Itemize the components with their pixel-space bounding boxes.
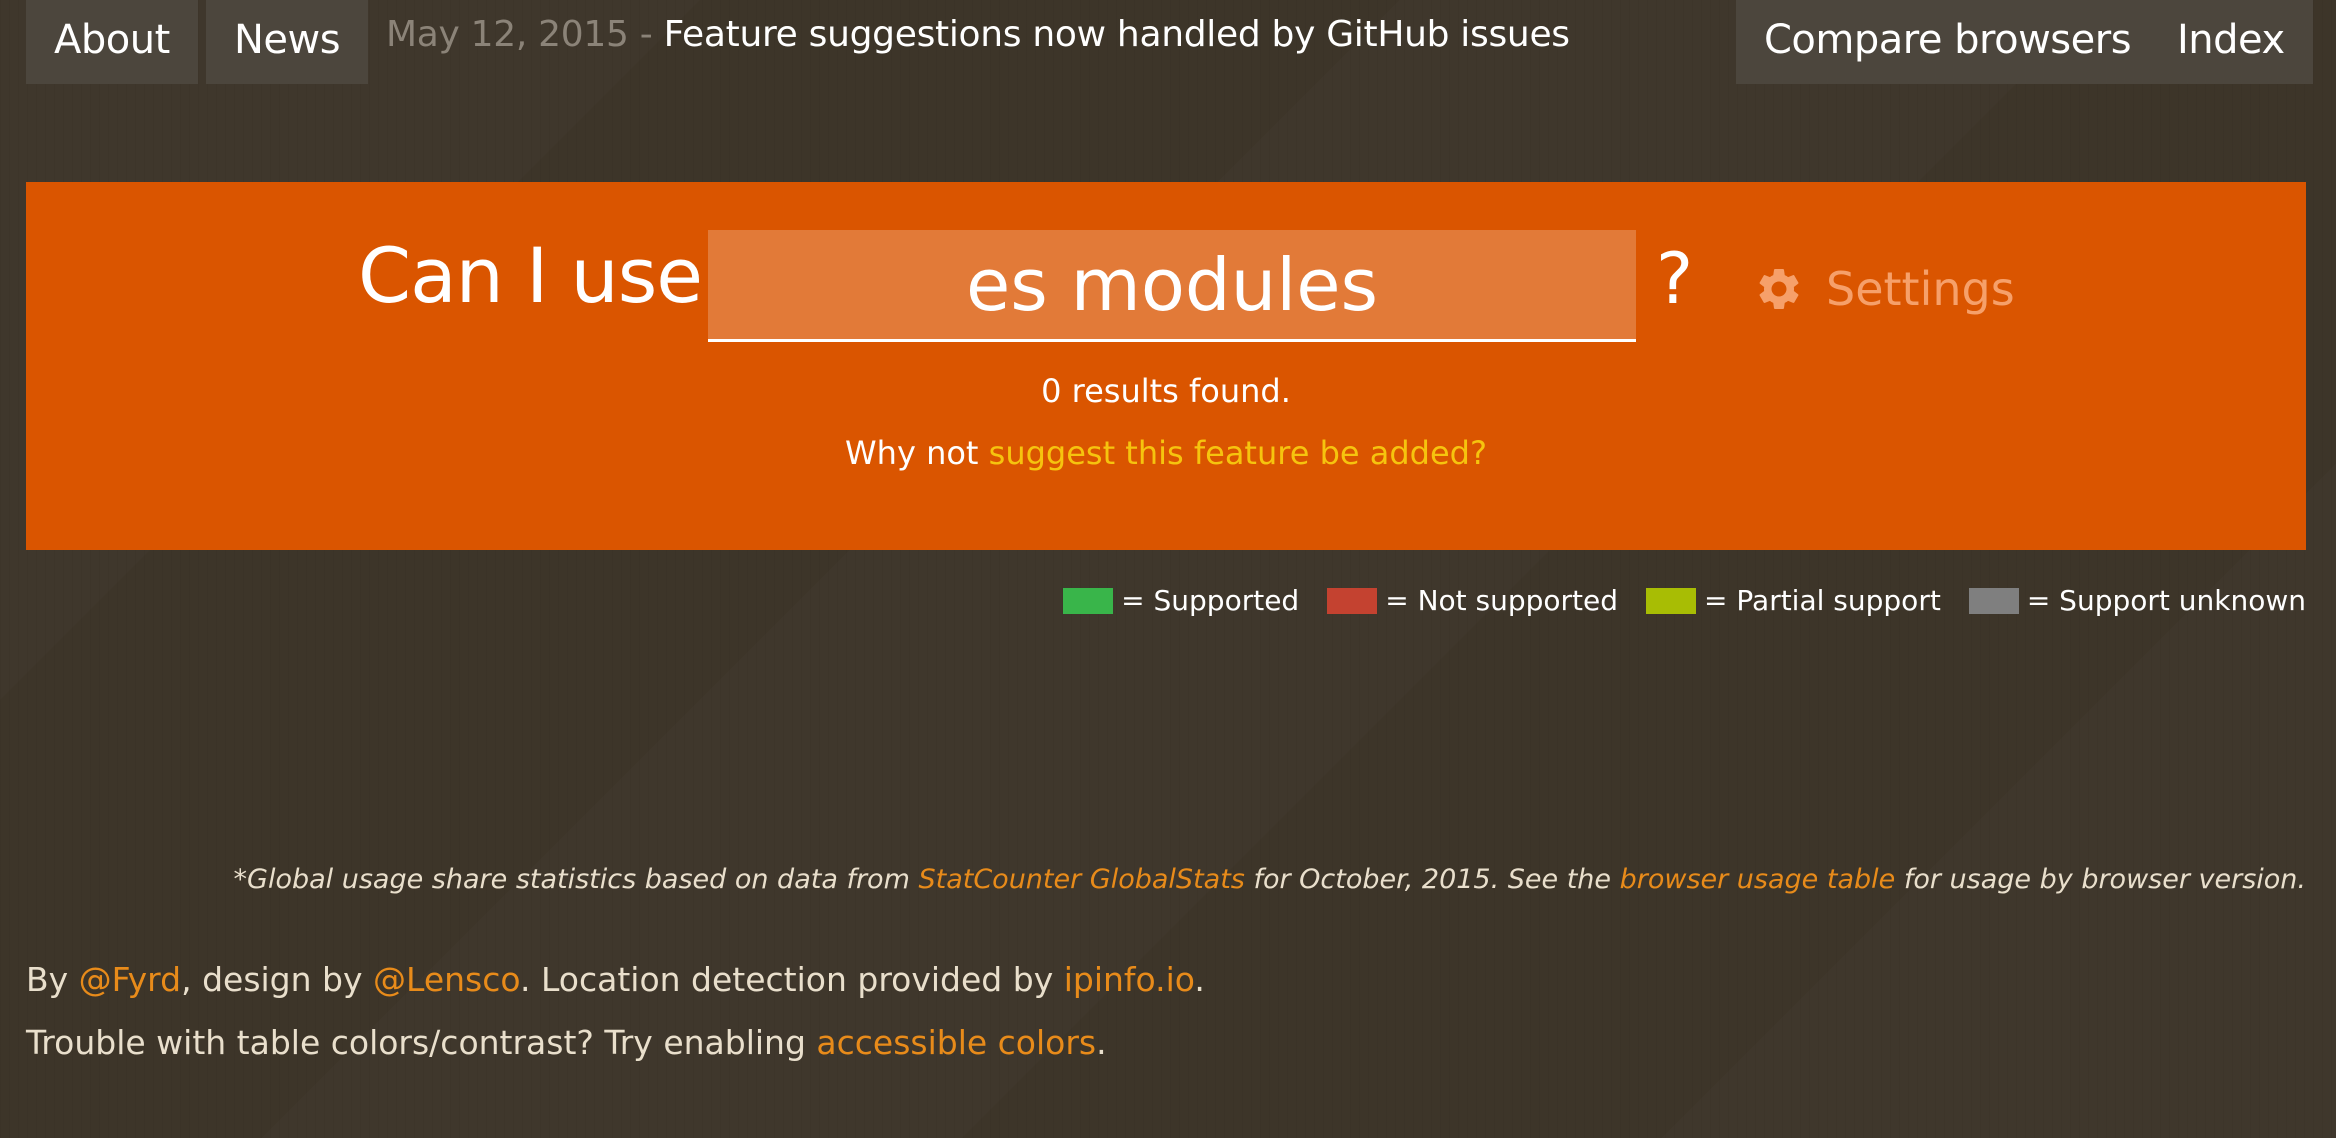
footer-accessibility-text: Trouble with table colors/contrast? Try …: [26, 1023, 817, 1062]
footer-design-by: , design by: [181, 960, 374, 999]
footer-location-text: . Location detection provided by: [520, 960, 1064, 999]
legend-swatch-partial: [1646, 587, 1697, 614]
suggest-prefix: Why not: [845, 434, 989, 472]
lensco-link[interactable]: @Lensco: [373, 960, 520, 999]
usage-note-middle: for October, 2015. See the: [1244, 864, 1620, 895]
suggest-feature-link[interactable]: suggest this feature be added?: [989, 434, 1487, 472]
news-separator: -: [628, 14, 664, 55]
news-date: May 12, 2015: [386, 14, 629, 55]
feature-search-input[interactable]: [708, 230, 1636, 342]
legend-swatch-unknown: [1968, 587, 2019, 614]
legend-swatch-supported: [1063, 587, 1114, 614]
suggest-feature-line: Why not suggest this feature be added?: [26, 434, 2306, 472]
nav-news-button[interactable]: News: [206, 0, 369, 84]
legend-label-supported: = Supported: [1121, 584, 1300, 617]
usage-statistics-note: *Global usage share statistics based on …: [234, 864, 2306, 895]
accessible-colors-link[interactable]: accessible colors: [816, 1023, 1096, 1062]
search-suffix-label: ?: [1656, 238, 1694, 320]
gear-icon: [1759, 269, 1799, 309]
news-ticker: May 12, 2015 - Feature suggestions now h…: [386, 14, 1570, 55]
browser-usage-table-link[interactable]: browser usage table: [1620, 864, 1896, 895]
footer-credits: By @Fyrd, design by @Lensco. Location de…: [26, 960, 1205, 999]
search-prefix-label: Can I use: [358, 231, 703, 320]
nav-compare-browsers-button[interactable]: Compare browsers: [1736, 0, 2160, 84]
settings-label: Settings: [1826, 262, 2015, 316]
legend-item-not-supported: = Not supported: [1327, 584, 1618, 617]
usage-note-prefix: *Global usage share statistics based on …: [233, 864, 919, 895]
footer-line1-end: .: [1194, 960, 1205, 999]
usage-note-suffix: for usage by browser version.: [1895, 864, 2306, 895]
ipinfo-link[interactable]: ipinfo.io: [1064, 960, 1195, 999]
nav-about-button[interactable]: About: [26, 0, 198, 84]
legend-label-unknown: = Support unknown: [2026, 584, 2306, 617]
footer-line2-end: .: [1096, 1023, 1107, 1062]
results-count: 0 results found.: [1041, 372, 1291, 410]
footer-accessibility: Trouble with table colors/contrast? Try …: [26, 1023, 1107, 1062]
search-panel: Can I use ? Settings 0 results found. Wh…: [26, 182, 2306, 550]
legend-label-partial: = Partial support: [1704, 584, 1941, 617]
legend-label-not-supported: = Not supported: [1385, 584, 1619, 617]
fyrd-link[interactable]: @Fyrd: [79, 960, 181, 999]
legend-item-supported: = Supported: [1063, 584, 1299, 617]
legend-swatch-not-supported: [1327, 587, 1378, 614]
news-headline-link[interactable]: Feature suggestions now handled by GitHu…: [664, 14, 1570, 55]
footer-by: By: [26, 960, 79, 999]
legend-item-unknown: = Support unknown: [1968, 584, 2306, 617]
settings-button[interactable]: Settings: [1754, 264, 2015, 314]
legend-item-partial: = Partial support: [1646, 584, 1941, 617]
nav-index-button[interactable]: Index: [2149, 0, 2313, 84]
support-legend: = Supported = Not supported = Partial su…: [1035, 584, 2306, 617]
statcounter-link[interactable]: StatCounter GlobalStats: [918, 864, 1244, 895]
